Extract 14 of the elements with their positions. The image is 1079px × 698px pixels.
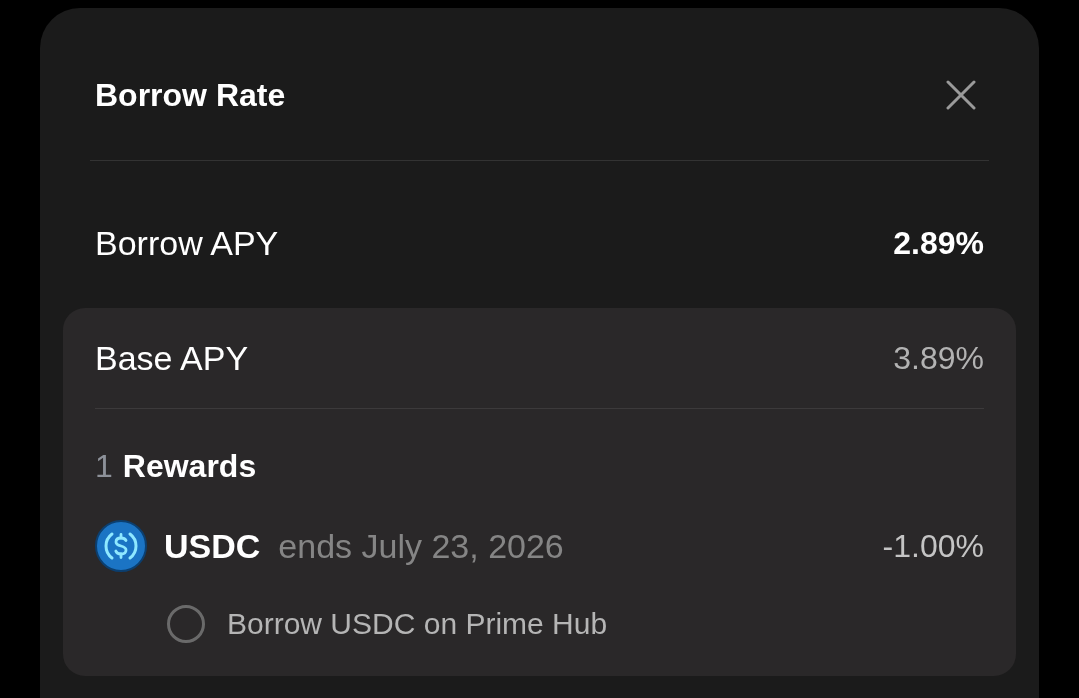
- rewards-heading: Rewards: [122, 447, 257, 486]
- reward-apy-value: -1.00%: [882, 527, 984, 566]
- rewards-count: 1: [95, 447, 113, 486]
- base-apy-value: 3.89%: [893, 339, 984, 378]
- close-icon: [946, 80, 976, 110]
- borrow-apy-value: 2.89%: [893, 224, 984, 263]
- empty-circle-icon[interactable]: [167, 605, 205, 643]
- reward-task-label: Borrow USDC on Prime Hub: [227, 606, 608, 642]
- base-apy-label: Base APY: [95, 338, 249, 378]
- dollar-coin-icon: [95, 520, 147, 572]
- dialog-title: Borrow Rate: [94, 76, 286, 115]
- reward-end-date: ends July 23, 2026: [278, 526, 564, 566]
- token-symbol: USDC: [164, 526, 261, 566]
- borrow-apy-label: Borrow APY: [95, 223, 279, 263]
